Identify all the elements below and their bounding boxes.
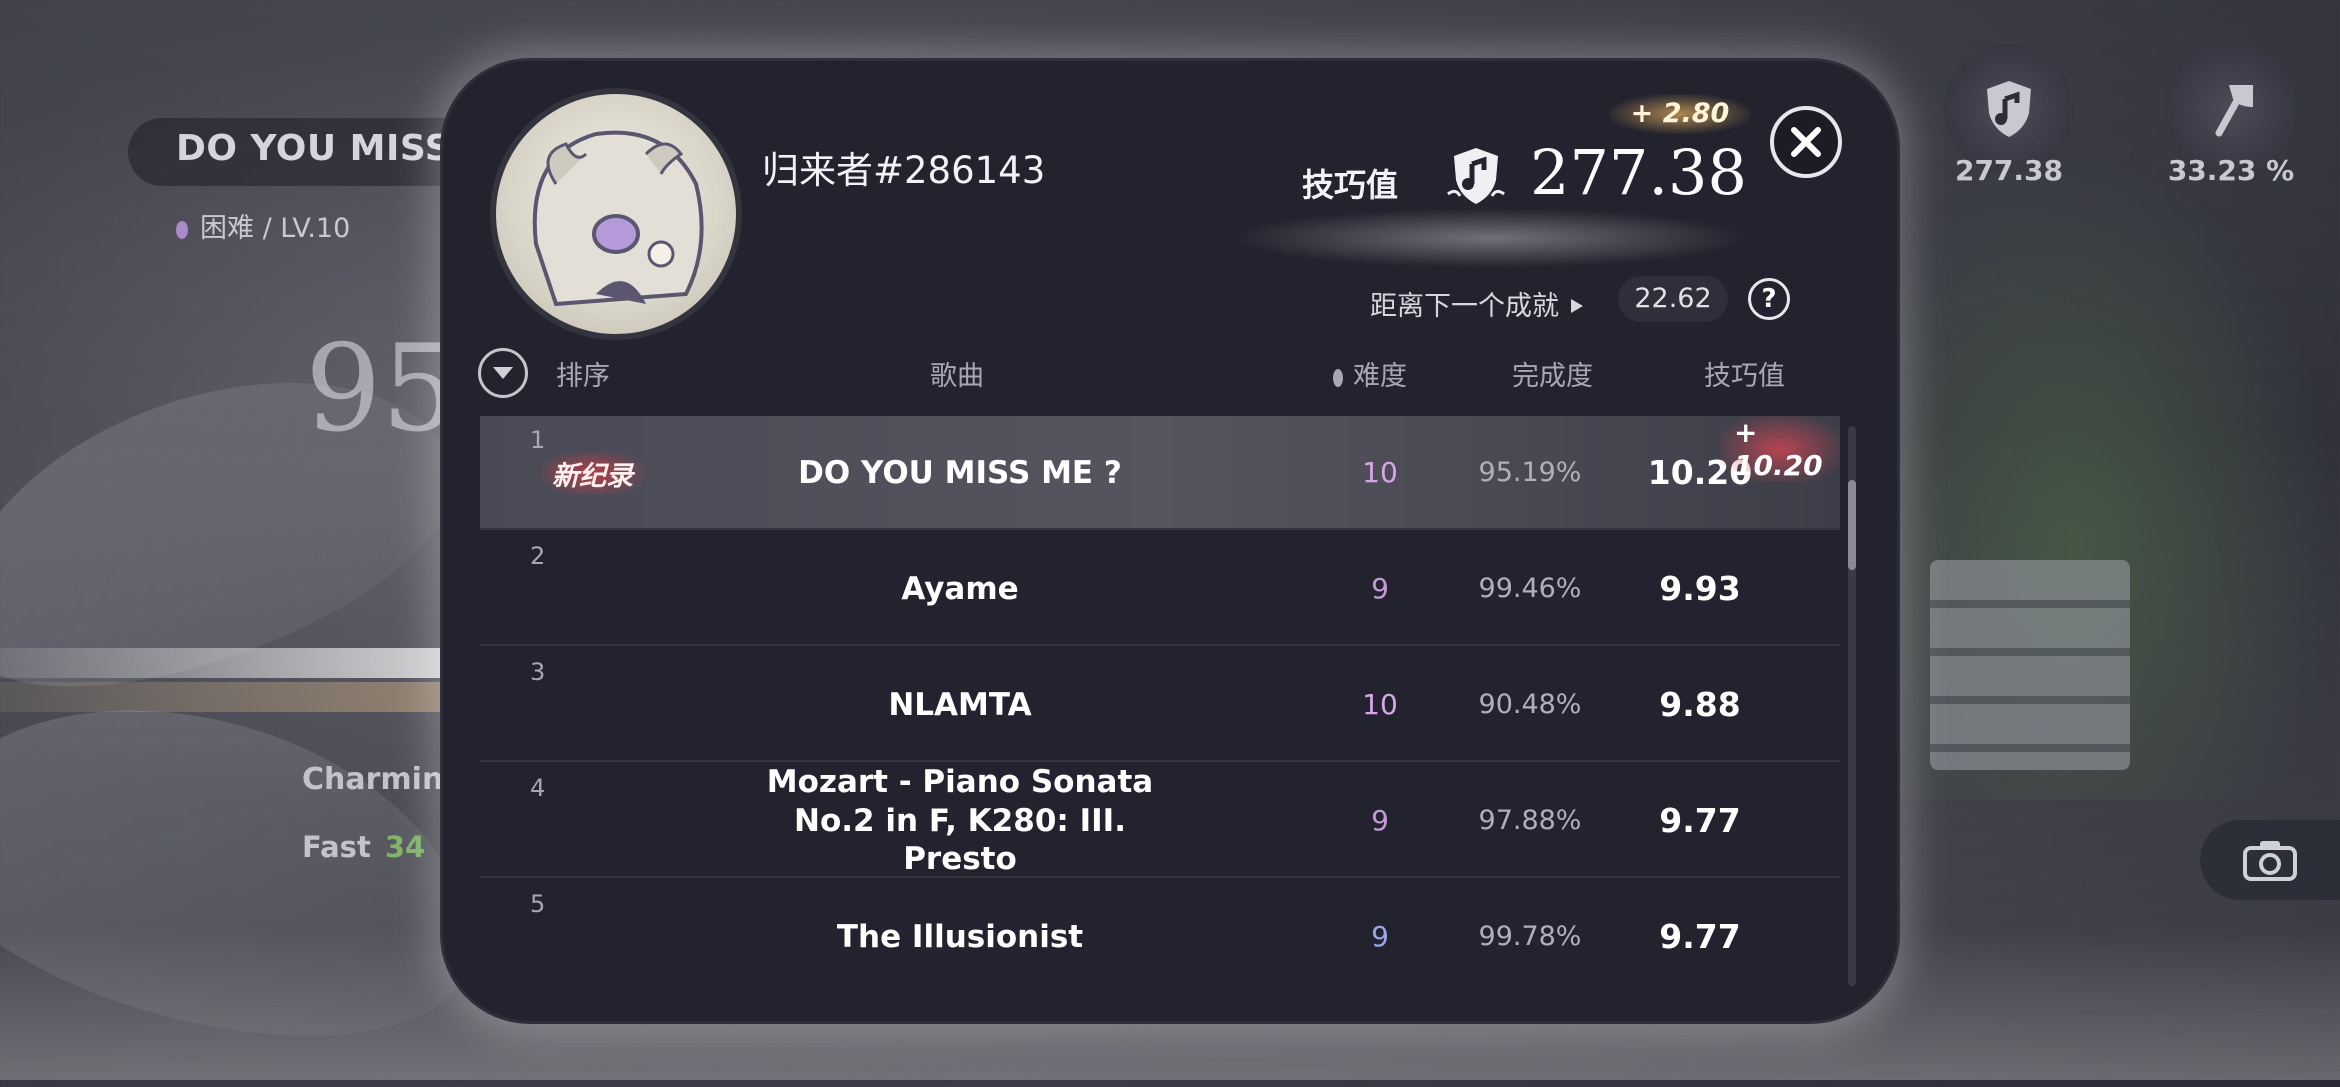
table-row[interactable]: 4 Mozart - Piano Sonata No.2 in F, K280:… [480, 764, 1840, 878]
row-skill-delta: + 10.20 [1720, 416, 1840, 482]
header-song: 歌曲 [930, 361, 984, 392]
row-completion: 95.19% [1478, 457, 1582, 488]
row-completion: 97.88% [1478, 805, 1582, 836]
row-difficulty: 10 [1362, 688, 1398, 721]
table-row[interactable]: 2 Ayame 9 99.46% 9.93 [480, 532, 1840, 646]
row-skill: 9.93 [1659, 569, 1741, 608]
header-skill: 技巧值 [1704, 361, 1785, 392]
background-fast-label: Fast [302, 830, 371, 864]
next-achievement-label: 距离下一个成就 [1370, 284, 1583, 323]
row-rank: 4 [530, 774, 546, 802]
player-name: 归来者#286143 [762, 149, 1046, 192]
background-difficulty: 困难 / LV.10 [176, 206, 350, 245]
header-completion: 完成度 [1512, 361, 1593, 392]
skill-ranking-modal: 归来者#286143 + 2.80 技巧值 277.38 距离下一个成就 22.… [440, 58, 1900, 1024]
row-completion: 90.48% [1478, 689, 1582, 720]
avatar-illustration [532, 130, 704, 307]
row-song: NLAMTA [888, 686, 1032, 723]
background-fast-value: 34 [384, 830, 426, 864]
list-scrollbar[interactable] [1848, 426, 1856, 986]
skill-label: 技巧值 [1302, 166, 1399, 204]
axe-icon [2215, 85, 2253, 137]
difficulty-gem-icon [176, 221, 188, 239]
close-icon [1791, 127, 1821, 157]
ranking-list[interactable]: 1 新纪录 DO YOU MISS ME ? 10 95.19% 10.20 +… [480, 416, 1840, 978]
skill-stat-value: 277.38 [1954, 154, 2064, 187]
skill-value: 277.38 [1530, 136, 1747, 209]
chevron-down-icon [493, 367, 513, 379]
row-rank: 2 [530, 542, 546, 570]
background-difficulty-text: 困难 / LV.10 [200, 213, 351, 244]
row-song: DO YOU MISS ME ? [798, 454, 1122, 491]
header-difficulty-label: 难度 [1353, 361, 1407, 392]
row-rank: 3 [530, 658, 546, 686]
avatar[interactable] [496, 94, 736, 334]
row-difficulty: 9 [1371, 572, 1389, 605]
shield-icon [1987, 81, 2031, 137]
row-rank: 1 [530, 426, 546, 454]
next-achievement-text: 距离下一个成就 [1370, 291, 1559, 322]
sort-toggle-button[interactable] [478, 348, 528, 398]
row-difficulty: 10 [1362, 456, 1398, 489]
background-stairs [1930, 560, 2130, 770]
background-bar [0, 648, 460, 678]
row-skill: 9.77 [1659, 801, 1741, 840]
header-rank: 排序 [556, 361, 610, 392]
row-song: Ayame [901, 570, 1019, 607]
table-row[interactable]: 5 The Illusionist 9 99.78% 9.77 [480, 880, 1840, 978]
skill-glow [1230, 208, 1750, 268]
help-icon: ? [1761, 284, 1777, 314]
row-difficulty: 9 [1371, 920, 1389, 953]
row-completion: 99.78% [1478, 921, 1582, 952]
background-bar [0, 682, 460, 712]
music-shield-icon [1444, 144, 1508, 208]
row-completion: 99.46% [1478, 573, 1582, 604]
close-button[interactable] [1770, 106, 1842, 178]
table-row[interactable]: 3 NLAMTA 10 90.48% 9.88 [480, 648, 1840, 762]
help-button[interactable]: ? [1748, 278, 1790, 320]
camera-icon [2243, 841, 2297, 881]
difficulty-gem-icon [1333, 369, 1343, 387]
next-achievement-value: 22.62 [1618, 276, 1728, 322]
percent-stat-value: 33.23 % [2167, 154, 2295, 187]
new-record-badge: 新纪录 [542, 452, 643, 495]
row-song: Mozart - Piano Sonata No.2 in F, K280: I… [766, 763, 1154, 878]
row-difficulty: 9 [1371, 804, 1389, 837]
row-skill: 9.88 [1659, 685, 1741, 724]
table-row[interactable]: 1 新纪录 DO YOU MISS ME ? 10 95.19% 10.20 +… [480, 416, 1840, 530]
row-song: The Illusionist [836, 918, 1084, 955]
background-fast: Fast 34 [302, 830, 425, 864]
scrollbar-thumb[interactable] [1848, 480, 1856, 570]
header-difficulty: 难度 [1333, 354, 1407, 393]
skill-delta: + 2.80 [1610, 94, 1750, 134]
row-rank: 5 [530, 890, 546, 918]
camera-button[interactable] [2200, 820, 2340, 900]
row-skill: 9.77 [1659, 917, 1741, 956]
arrow-right-icon [1571, 299, 1583, 313]
